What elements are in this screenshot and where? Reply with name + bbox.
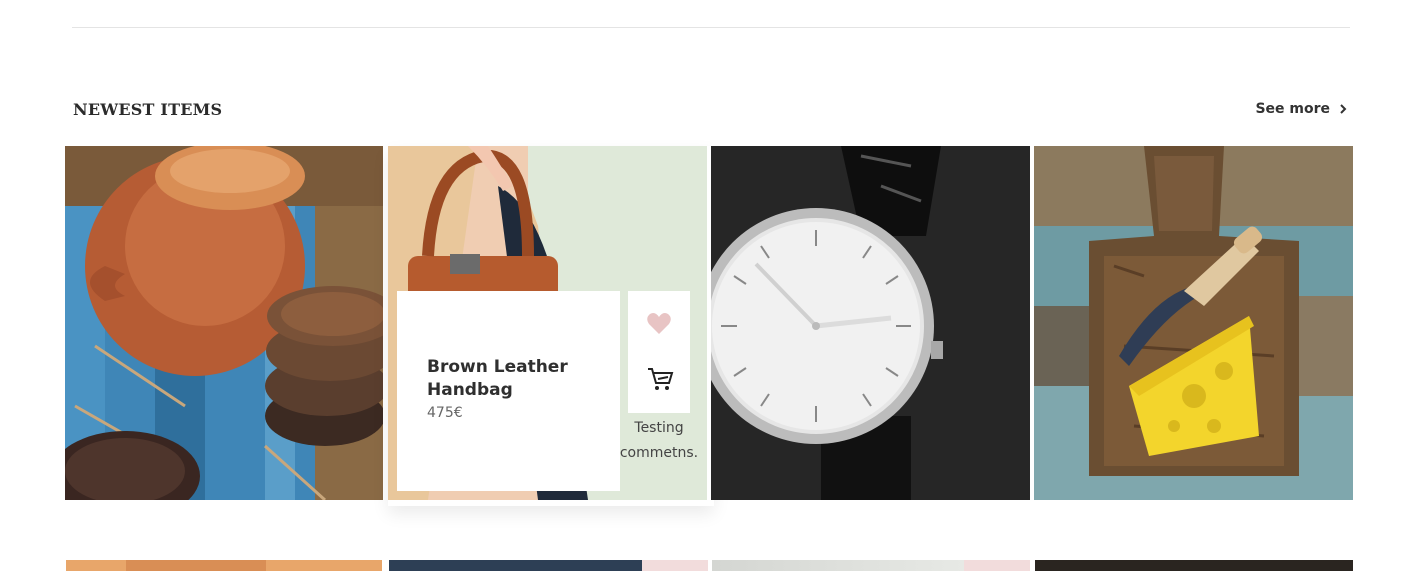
watch-image bbox=[711, 146, 1030, 500]
product-tile-row2-3[interactable] bbox=[712, 560, 1030, 571]
shopping-cart-icon[interactable] bbox=[646, 365, 674, 393]
product-name[interactable]: Brown Leather Handbag bbox=[427, 356, 597, 402]
chevron-right-icon bbox=[1340, 104, 1347, 114]
product-tile-row2-1[interactable] bbox=[66, 560, 382, 571]
product-actions bbox=[628, 291, 690, 413]
product-comment: Testing commetns. bbox=[619, 420, 699, 461]
heart-icon[interactable] bbox=[646, 312, 672, 336]
product-tile-clay-pots[interactable] bbox=[65, 146, 383, 500]
product-tile-watch[interactable] bbox=[711, 146, 1030, 500]
row2-action-bg-2 bbox=[642, 560, 708, 571]
see-more-label: See more bbox=[1255, 101, 1330, 117]
see-more-link[interactable]: See more bbox=[1255, 101, 1348, 117]
product-tile-row2-4[interactable] bbox=[1035, 560, 1353, 571]
top-divider bbox=[72, 27, 1350, 28]
clay-pots-image bbox=[65, 146, 383, 500]
row2-image-1 bbox=[126, 560, 266, 571]
product-info-card[interactable]: Brown Leather Handbag 475€ bbox=[397, 291, 620, 491]
cheese-board-image bbox=[1034, 146, 1353, 500]
product-price: 475€ bbox=[427, 405, 463, 421]
row2-action-bg-3 bbox=[964, 560, 1030, 571]
product-tile-row2-2[interactable] bbox=[389, 560, 708, 571]
section-title: NEWEST ITEMS bbox=[73, 100, 223, 119]
product-tile-cheese-board[interactable] bbox=[1034, 146, 1353, 500]
